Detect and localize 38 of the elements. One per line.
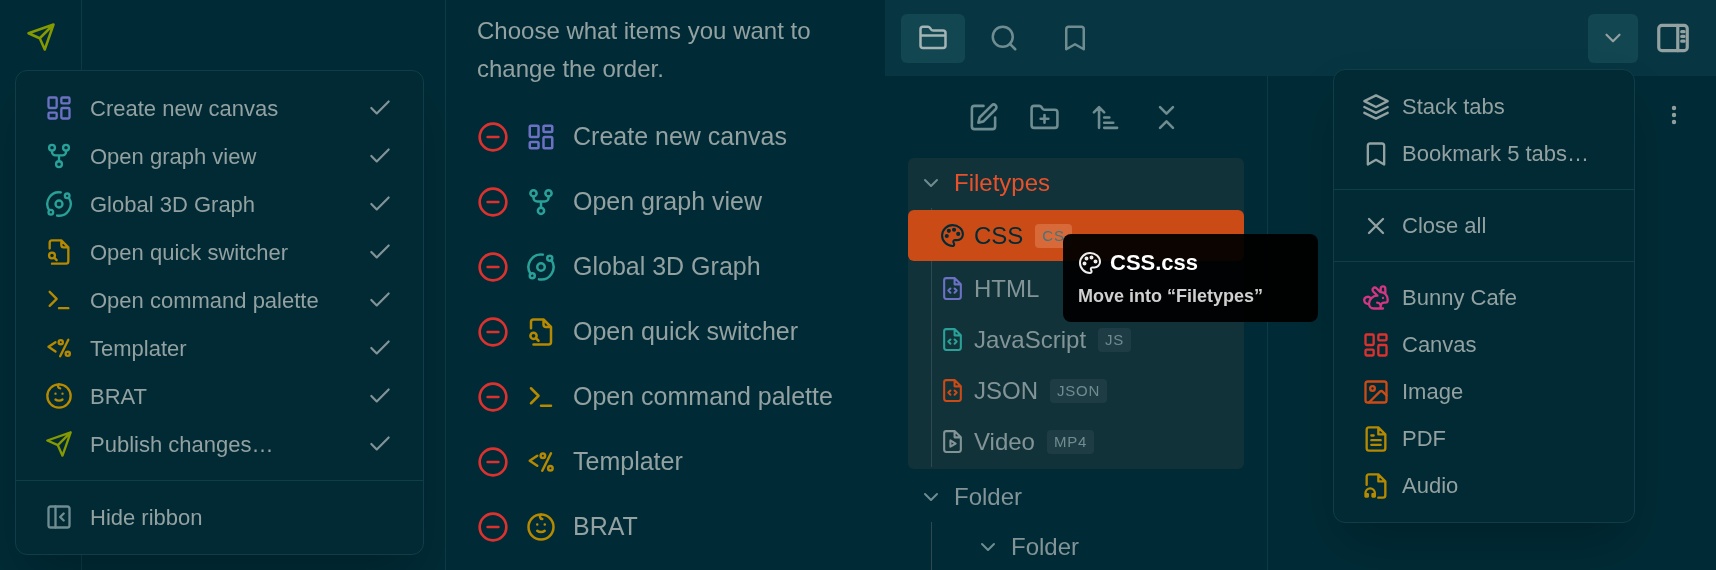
command-label: Open graph view bbox=[573, 185, 762, 217]
menu-label: Open command palette bbox=[90, 286, 320, 315]
command-label: Create new canvas bbox=[573, 120, 787, 152]
command-label: Templater bbox=[573, 445, 683, 477]
tooltip-title: CSS.css bbox=[1110, 249, 1199, 277]
folder-label: Filetypes bbox=[954, 168, 1051, 198]
file-type-tag: JS bbox=[1098, 327, 1132, 352]
file-label: JavaScript bbox=[974, 324, 1087, 355]
file-type-tag: MP4 bbox=[1046, 429, 1095, 454]
file-type-tag: JSON bbox=[1050, 378, 1108, 403]
menu-label: Open quick switcher bbox=[90, 238, 290, 267]
menu-label: Global 3D Graph bbox=[90, 190, 257, 219]
menu-label: Create new canvas bbox=[90, 94, 280, 123]
menu-label: Stack tabs bbox=[1402, 93, 1505, 121]
tooltip-text: Move into “Filetypes” bbox=[1078, 285, 1265, 308]
menu-label: Open graph view bbox=[90, 142, 258, 171]
description-text: Choose what items you want to change the order. bbox=[477, 16, 812, 84]
menu-label: Close all bbox=[1402, 212, 1487, 240]
command-label: Open quick switcher bbox=[573, 315, 799, 347]
menu-label: PDF bbox=[1402, 425, 1446, 453]
menu-label: BRAT bbox=[90, 382, 149, 411]
menu-label: Bunny Cafe bbox=[1402, 284, 1517, 312]
command-label: BRAT bbox=[573, 510, 638, 542]
menu-label: Canvas bbox=[1402, 331, 1477, 359]
file-label: HTML bbox=[974, 273, 1040, 304]
menu-label: Audio bbox=[1402, 472, 1459, 500]
menu-label: Hide ribbon bbox=[90, 503, 203, 532]
command-label: Open command palette bbox=[573, 380, 833, 412]
menu-label: Publish changes… bbox=[90, 430, 275, 459]
file-label: JSON bbox=[974, 375, 1038, 406]
file-label: CSS bbox=[974, 220, 1024, 251]
menu-label: Bookmark 5 tabs… bbox=[1402, 140, 1590, 168]
command-label: Global 3D Graph bbox=[573, 250, 761, 282]
file-label: Video bbox=[974, 426, 1035, 457]
folder-label: Folder bbox=[954, 482, 1023, 512]
menu-label: Templater bbox=[90, 334, 188, 363]
folder-label: Folder bbox=[1011, 532, 1080, 562]
menu-label: Image bbox=[1402, 378, 1464, 406]
